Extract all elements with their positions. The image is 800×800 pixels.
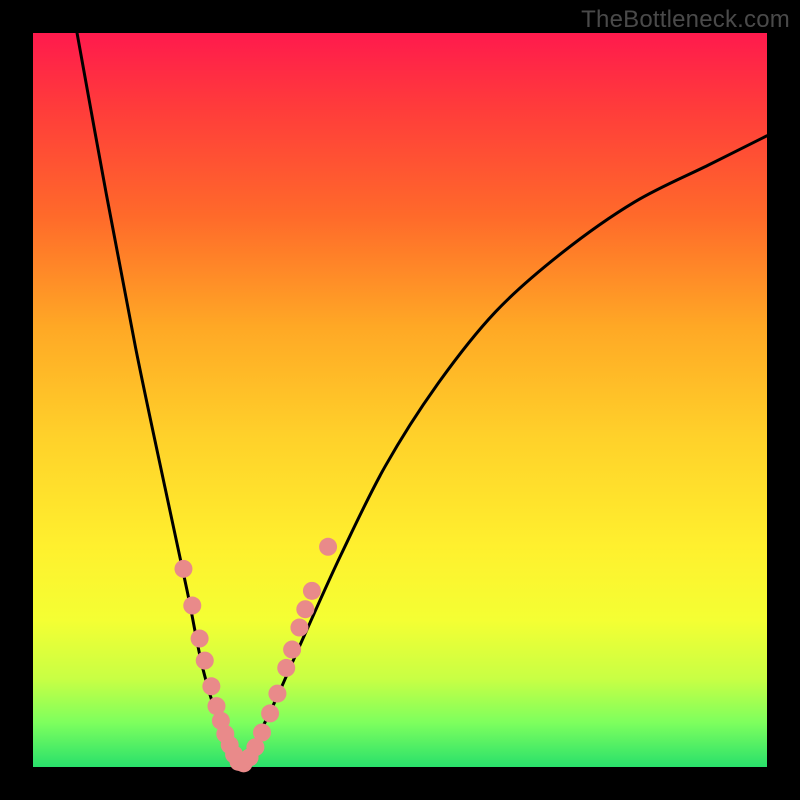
data-marker — [202, 677, 220, 695]
data-marker — [253, 724, 271, 742]
marker-layer — [174, 538, 337, 773]
data-marker — [319, 538, 337, 556]
data-marker — [261, 704, 279, 722]
curve-layer — [77, 33, 767, 767]
data-marker — [277, 659, 295, 677]
data-marker — [283, 641, 301, 659]
data-marker — [296, 600, 314, 618]
data-marker — [174, 560, 192, 578]
data-marker — [268, 685, 286, 703]
plot-area — [33, 33, 767, 767]
data-marker — [183, 597, 201, 615]
data-marker — [196, 652, 214, 670]
data-marker — [303, 582, 321, 600]
curve-left-branch — [77, 33, 238, 767]
chart-svg — [33, 33, 767, 767]
chart-frame: TheBottleneck.com — [0, 0, 800, 800]
data-marker — [290, 619, 308, 637]
curve-right-branch — [239, 136, 767, 767]
watermark-text: TheBottleneck.com — [581, 6, 790, 34]
data-marker — [191, 630, 209, 648]
